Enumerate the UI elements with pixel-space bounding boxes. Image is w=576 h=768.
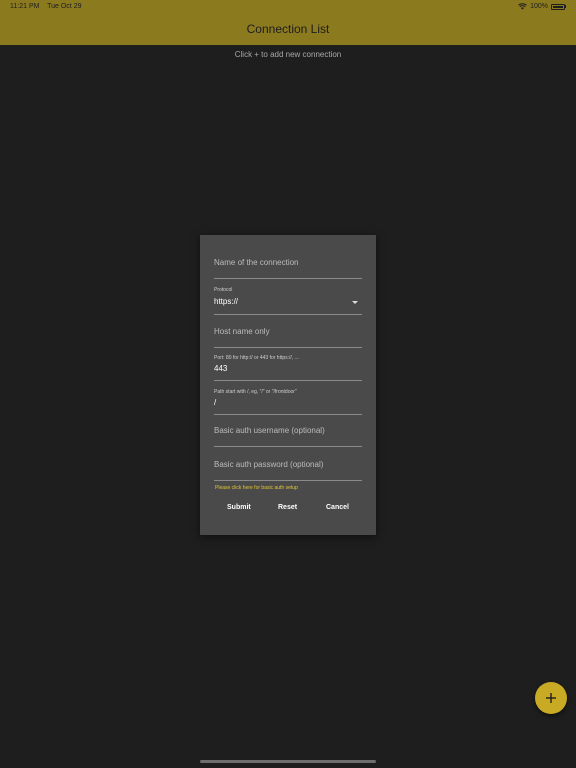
battery-tip: [565, 5, 566, 8]
status-time: 11:21 PM: [10, 3, 40, 10]
port-label: Port: 80 for http:// or 443 for https://…: [214, 355, 299, 361]
new-connection-dialog: Name of the connection Protocol https://…: [200, 235, 376, 535]
port-field[interactable]: Port: 80 for http:// or 443 for https://…: [214, 355, 362, 381]
home-indicator[interactable]: [200, 760, 376, 763]
username-placeholder: Basic auth username (optional): [214, 426, 325, 435]
password-field[interactable]: Basic auth password (optional): [214, 455, 362, 481]
protocol-label: Protocol: [214, 287, 233, 293]
battery-icon: [551, 3, 565, 10]
host-placeholder: Host name only: [214, 327, 270, 336]
status-date: Tue Oct 29: [47, 3, 82, 10]
chevron-down-icon[interactable]: [352, 301, 358, 304]
plus-icon: [546, 693, 556, 703]
protocol-value: https://: [214, 297, 239, 306]
cancel-button[interactable]: Cancel: [326, 504, 349, 511]
path-value: /: [214, 398, 217, 407]
submit-button[interactable]: Submit: [227, 504, 251, 511]
reset-button[interactable]: Reset: [278, 504, 297, 511]
path-label: Path start with /, eg, "/" or "/frontdoo…: [214, 389, 297, 395]
battery-percent: 100%: [530, 3, 548, 10]
connection-name-placeholder: Name of the connection: [214, 258, 299, 267]
connection-name-field[interactable]: Name of the connection: [214, 253, 362, 279]
path-field[interactable]: Path start with /, eg, "/" or "/frontdoo…: [214, 389, 362, 415]
status-bar-left: 11:21 PM Tue Oct 29: [10, 3, 81, 10]
empty-hint: Click + to add new connection: [234, 50, 342, 59]
username-field[interactable]: Basic auth username (optional): [214, 422, 362, 447]
port-value: 443: [214, 364, 228, 373]
status-bar-right: 100%: [518, 3, 566, 10]
basic-auth-link[interactable]: Please click here for basic auth setup: [215, 485, 298, 491]
password-placeholder: Basic auth password (optional): [214, 460, 324, 469]
app-bar: 11:21 PM Tue Oct 29 100% Connection List: [0, 0, 576, 45]
protocol-select[interactable]: Protocol https://: [214, 287, 362, 315]
wifi-icon: [518, 3, 527, 10]
page-title: Connection List: [246, 22, 330, 36]
add-connection-button[interactable]: [535, 682, 567, 714]
host-field[interactable]: Host name only: [214, 323, 362, 348]
